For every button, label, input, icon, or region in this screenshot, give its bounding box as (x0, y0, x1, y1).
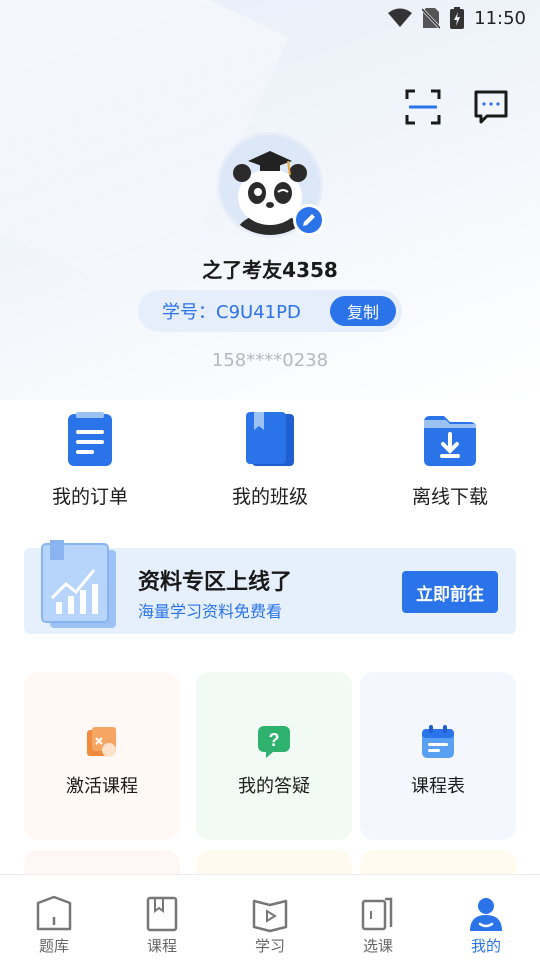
activate-icon (87, 727, 116, 757)
banner-subtitle: 海量学习资料免费看 (138, 602, 283, 621)
document-chart-icon (41, 540, 116, 628)
tab-course[interactable]: 课程 (108, 875, 216, 960)
question-icon: ? (258, 726, 290, 758)
select-course-icon (361, 897, 393, 931)
avatar-wrap[interactable] (217, 132, 325, 238)
quick-item-download[interactable]: 离线下载 (360, 410, 540, 509)
card-label-activate: 激活课程 (66, 776, 138, 797)
download-folder-icon (424, 416, 476, 466)
tab-label: 选课 (362, 937, 393, 955)
pencil-icon (303, 214, 315, 226)
quick-label-download: 离线下载 (411, 486, 488, 508)
battery-icon (450, 7, 465, 29)
wifi-icon (388, 8, 413, 28)
card-my-questions[interactable]: ? 我的答疑 (196, 672, 352, 840)
tab-label: 学习 (254, 937, 285, 955)
bottom-tab-bar: 题库 课程 学习 选课 我的 (0, 874, 540, 960)
study-icon (252, 899, 288, 933)
quick-actions: 我的订单 我的班级 离线下载 (0, 410, 540, 509)
calendar-icon (422, 725, 454, 758)
quick-item-orders[interactable]: 我的订单 (0, 410, 180, 509)
card-activate-course[interactable]: 激活课程 (24, 672, 180, 840)
copy-button[interactable]: 复制 (330, 296, 396, 326)
tab-label: 我的 (470, 937, 501, 955)
banner-go-button[interactable]: 立即前往 (402, 571, 498, 613)
quick-label-orders: 我的订单 (51, 486, 128, 508)
card-label-schedule: 课程表 (411, 776, 465, 797)
top-actions (404, 88, 510, 126)
tab-label: 题库 (38, 937, 69, 955)
tab-label: 课程 (146, 937, 177, 955)
card-schedule[interactable]: 课程表 (360, 672, 516, 840)
status-bar: 11:50 (0, 0, 540, 36)
quick-label-class: 我的班级 (231, 486, 308, 508)
student-id-pill: 学号：C9U41PD 复制 (138, 290, 402, 332)
tab-question-bank[interactable]: 题库 (0, 875, 108, 960)
feature-grid: 激活课程 ? 我的答疑 课程表 (24, 672, 516, 842)
phone-number: 158****0238 (211, 350, 329, 371)
promo-banner[interactable]: 资料专区上线了 海量学习资料免费看 立即前往 (24, 540, 516, 634)
username: 之了考友4358 (202, 258, 338, 282)
course-icon (146, 896, 178, 932)
status-time: 11:50 (474, 7, 526, 29)
tab-profile[interactable]: 我的 (432, 875, 540, 960)
message-icon[interactable] (472, 88, 510, 126)
tab-study[interactable]: 学习 (216, 875, 324, 960)
tab-select-course[interactable]: 选课 (324, 875, 432, 960)
question-bank-icon (36, 895, 72, 931)
scan-icon[interactable] (404, 88, 442, 126)
banner-title: 资料专区上线了 (138, 570, 293, 595)
quick-item-class[interactable]: 我的班级 (180, 410, 360, 509)
class-book-icon (246, 412, 294, 466)
profile-icon (470, 898, 502, 931)
card-label-questions: 我的答疑 (238, 776, 310, 797)
student-id-label: 学号：C9U41PD (162, 302, 301, 323)
no-sim-icon (422, 7, 441, 29)
order-icon (68, 412, 112, 466)
svg-text:?: ? (269, 730, 280, 750)
edit-avatar-button[interactable] (293, 204, 325, 236)
